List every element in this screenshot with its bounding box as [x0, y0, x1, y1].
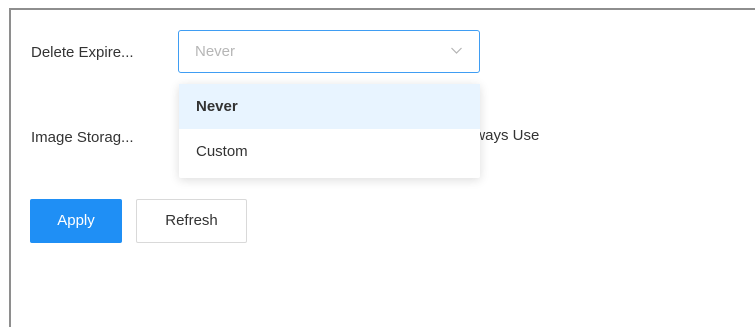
delete-expired-dropdown-menu: Never Custom — [179, 84, 480, 178]
delete-expired-label: Delete Expire... — [31, 44, 134, 61]
image-storage-label: Image Storag... — [31, 129, 134, 146]
refresh-button[interactable]: Refresh — [136, 199, 247, 243]
delete-expired-select[interactable]: Never — [178, 30, 480, 73]
dropdown-option-never[interactable]: Never — [179, 84, 480, 129]
apply-button[interactable]: Apply — [30, 199, 122, 243]
image-storage-value-text: Always Use — [470, 127, 540, 144]
dropdown-option-custom[interactable]: Custom — [179, 129, 480, 174]
image-storage-value[interactable]: Always Use — [470, 127, 560, 144]
chevron-down-icon — [451, 47, 462, 54]
delete-expired-selected-value: Never — [195, 43, 236, 60]
